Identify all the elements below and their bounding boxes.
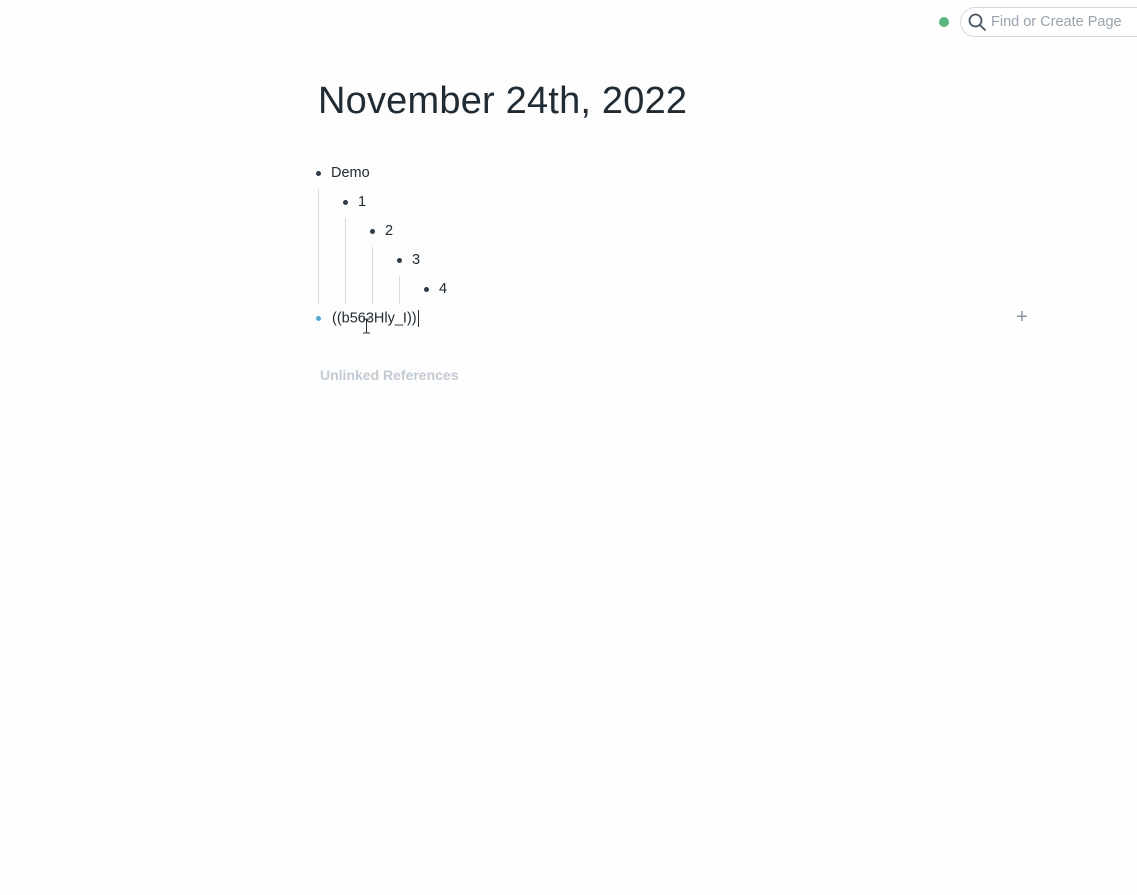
unlinked-references-toggle[interactable]: Unlinked References	[320, 367, 459, 383]
nesting-guide[interactable]	[399, 276, 400, 304]
block-row	[397, 248, 402, 272]
nesting-guide[interactable]	[318, 189, 319, 304]
block-editor[interactable]: ((b563Hly_I))	[332, 310, 419, 327]
nesting-guide[interactable]	[345, 218, 346, 304]
block-bullet[interactable]	[397, 257, 402, 263]
block-bullet[interactable]	[370, 228, 375, 234]
add-block-button[interactable]: +	[1012, 307, 1032, 327]
block-row	[424, 277, 429, 301]
text-caret	[417, 310, 419, 327]
block-bullet[interactable]	[316, 315, 321, 321]
block-content[interactable]: 2	[385, 223, 393, 239]
block-bullet[interactable]	[343, 199, 348, 205]
nesting-guide[interactable]	[372, 247, 373, 304]
block-row	[343, 190, 348, 214]
block-bullet[interactable]	[316, 170, 321, 176]
search-input[interactable]	[987, 14, 1137, 30]
search-icon	[967, 12, 987, 32]
ibeam-cursor-icon	[362, 318, 371, 334]
block-content[interactable]: 3	[412, 252, 420, 268]
block-content[interactable]: 1	[358, 194, 366, 210]
topbar	[0, 0, 1137, 44]
sync-status-indicator[interactable]	[939, 17, 949, 27]
page-title: November 24th, 2022	[318, 80, 688, 122]
block-row	[316, 306, 321, 330]
block-content[interactable]: Demo	[331, 165, 370, 181]
block-row	[370, 219, 375, 243]
block-content[interactable]: 4	[439, 281, 447, 297]
search-box[interactable]	[960, 7, 1137, 37]
block-ref-text[interactable]: ((b563Hly_I))	[332, 310, 417, 326]
block-row	[316, 161, 321, 185]
block-bullet[interactable]	[424, 286, 429, 292]
